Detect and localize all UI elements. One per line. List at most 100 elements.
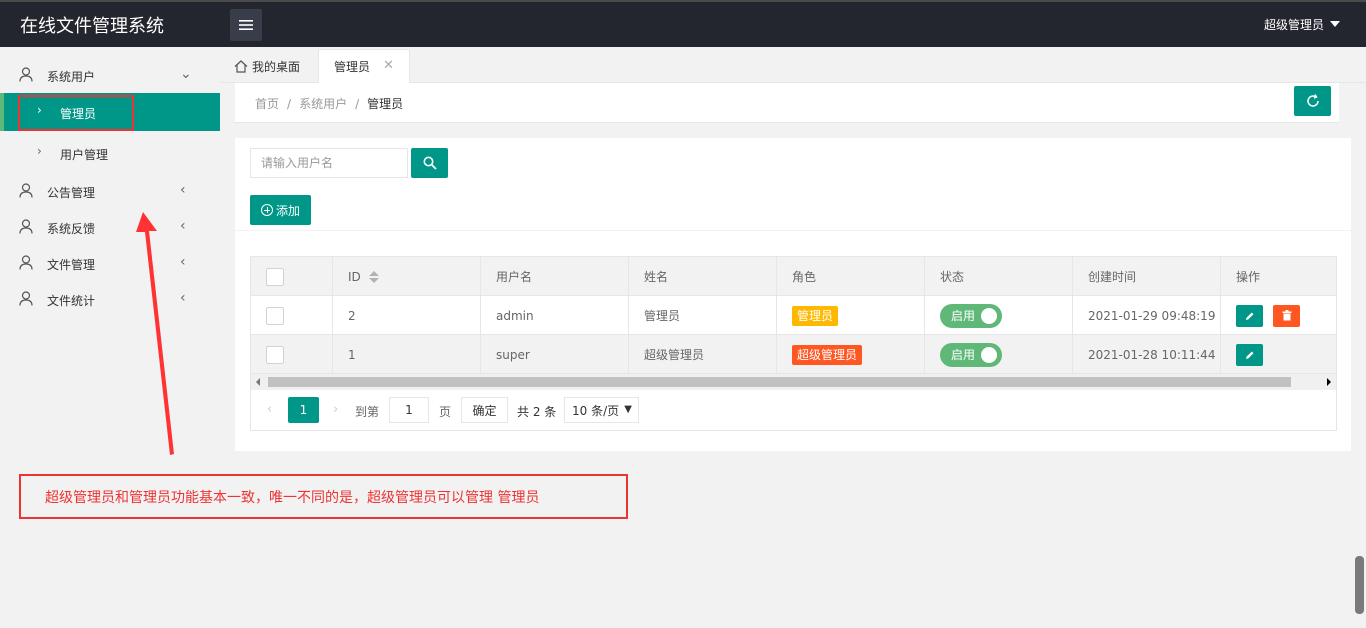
total-count: 共 2 条 (517, 405, 557, 419)
sidebar-subitem-user-management[interactable]: › 用户管理 (0, 134, 220, 172)
scroll-right-arrow-icon[interactable] (1327, 378, 1331, 386)
tab-my-desktop[interactable]: 我的桌面 (234, 49, 300, 83)
annotation-note: 超级管理员和管理员功能基本一致，唯一不同的是，超级管理员可以管理 管理员 (19, 474, 628, 519)
edit-button[interactable] (1236, 304, 1263, 327)
trash-icon (1282, 310, 1291, 321)
sidebar-subitem-label: 用户管理 (60, 148, 109, 162)
role-badge: 管理员 (792, 305, 839, 326)
table-header-row: ID 用户名 姓名 角色 状态 创建时间 操作 (251, 257, 1336, 296)
pencil-icon (1245, 312, 1253, 320)
breadcrumb-level1[interactable]: 系统用户 (299, 97, 347, 111)
header-username: 用户名 (480, 257, 628, 296)
chevron-down-icon: ▼ (624, 404, 632, 415)
horizontal-scrollbar[interactable] (251, 374, 1336, 390)
row-checkbox-cell (251, 296, 332, 335)
header-checkbox-cell (251, 257, 332, 296)
cell-username: super (480, 335, 628, 374)
goto-page-input[interactable]: 1 (389, 397, 429, 423)
tab-admin[interactable]: 管理员 ✕ (318, 49, 410, 83)
cell-name: 超级管理员 (628, 335, 776, 374)
sidebar-item-label: 系统反馈 (47, 222, 96, 236)
cell-id: 2 (332, 296, 480, 335)
sidebar-item-system-users[interactable]: 系统用户 ⌄ (0, 57, 220, 93)
user-name: 超级管理员 (1263, 18, 1324, 32)
sort-icon[interactable] (368, 270, 379, 283)
cell-created: 2021-01-29 09:48:19 (1072, 296, 1220, 335)
cell-role: 管理员 (776, 296, 924, 335)
table-row: 2 admin 管理员 管理员 启用 2021-01-29 09:48:19 (251, 296, 1336, 335)
header-name: 姓名 (628, 257, 776, 296)
tab-label: 我的桌面 (252, 59, 301, 74)
breadcrumb: 首页 / 系统用户 / 管理员 (255, 95, 403, 112)
sidebar-item-label: 文件统计 (47, 294, 96, 308)
breadcrumb-home[interactable]: 首页 (255, 97, 279, 111)
admin-table: ID 用户名 姓名 角色 状态 创建时间 操作 2 admin 管理员 管理员 … (250, 256, 1337, 431)
user-icon (19, 291, 33, 306)
user-icon (19, 67, 33, 82)
delete-button[interactable] (1273, 304, 1300, 327)
status-toggle[interactable]: 启用 (940, 342, 1002, 367)
user-menu[interactable]: 超级管理员 (1264, 16, 1340, 33)
user-icon (19, 255, 33, 270)
cell-actions (1220, 296, 1336, 335)
cell-created: 2021-01-28 10:11:44 (1072, 335, 1220, 374)
tab-label: 管理员 (334, 60, 371, 74)
menu-toggle-button[interactable] (230, 9, 262, 41)
user-icon (19, 183, 33, 198)
goto-confirm-button[interactable]: 确定 (461, 397, 508, 423)
header-id[interactable]: ID (332, 257, 480, 296)
home-icon (234, 59, 248, 73)
caret-down-icon (1330, 21, 1340, 27)
next-page-icon[interactable]: › (333, 402, 338, 417)
cell-role: 超级管理员 (776, 335, 924, 374)
close-icon[interactable]: ✕ (383, 58, 394, 73)
main-card: 请输入用户名 添加 ID 用户名 姓名 角色 状态 创建时间 操作 2 admi… (235, 138, 1351, 451)
divider (235, 230, 1351, 231)
header-created: 创建时间 (1072, 257, 1220, 296)
edit-button[interactable] (1236, 343, 1263, 366)
cell-actions (1220, 335, 1336, 374)
chevron-left-icon: ‹ (180, 182, 186, 198)
breadcrumb-separator: / (355, 97, 360, 111)
hamburger-icon (239, 20, 253, 30)
header-actions: 操作 (1220, 257, 1336, 296)
app-logo: 在线文件管理系统 (20, 16, 164, 37)
role-badge: 超级管理员 (792, 344, 863, 365)
sidebar-item-label: 文件管理 (47, 258, 96, 272)
add-circle-icon (260, 204, 273, 216)
page-size-select[interactable]: 10 条/页 ▼ (564, 397, 639, 423)
refresh-icon (1306, 94, 1319, 107)
cell-name: 管理员 (628, 296, 776, 335)
scroll-left-arrow-icon[interactable] (256, 378, 260, 386)
add-button[interactable]: 添加 (250, 195, 311, 225)
breadcrumb-bar: 首页 / 系统用户 / 管理员 (235, 83, 1339, 123)
sidebar-item-label: 公告管理 (47, 186, 96, 200)
table-row: 1 super 超级管理员 超级管理员 启用 2021-01-28 10:11:… (251, 335, 1336, 374)
chevron-down-icon: ⌄ (180, 66, 192, 82)
row-checkbox[interactable] (266, 306, 284, 325)
vertical-scrollbar[interactable] (1355, 556, 1364, 614)
status-toggle[interactable]: 启用 (940, 303, 1002, 328)
pagination: ‹ 1 › 到第 1 页 确定 共 2 条 10 条/页 ▼ (251, 391, 1336, 430)
header-role: 角色 (776, 257, 924, 296)
add-button-label: 添加 (275, 203, 300, 218)
search-button[interactable] (411, 148, 448, 178)
header-status: 状态 (924, 257, 1072, 296)
prev-page-icon[interactable]: ‹ (267, 402, 272, 417)
cell-id: 1 (332, 335, 480, 374)
select-all-checkbox[interactable] (266, 267, 284, 286)
cell-status: 启用 (924, 335, 1072, 374)
page-label: 页 (439, 405, 452, 419)
breadcrumb-current: 管理员 (367, 97, 404, 111)
page-number-current[interactable]: 1 (288, 397, 319, 423)
refresh-button[interactable] (1294, 86, 1331, 116)
row-checkbox[interactable] (266, 345, 284, 364)
pencil-icon (1245, 351, 1253, 359)
tab-bar: 我的桌面 管理员 ✕ (220, 47, 1366, 83)
search-input[interactable]: 请输入用户名 (250, 148, 408, 178)
scrollbar-thumb[interactable] (268, 377, 1291, 387)
cell-status: 启用 (924, 296, 1072, 335)
annotation-arrow (136, 212, 174, 455)
chevron-right-icon: › (37, 144, 42, 158)
sidebar-item-announcements[interactable]: 公告管理 ‹ (0, 173, 220, 209)
